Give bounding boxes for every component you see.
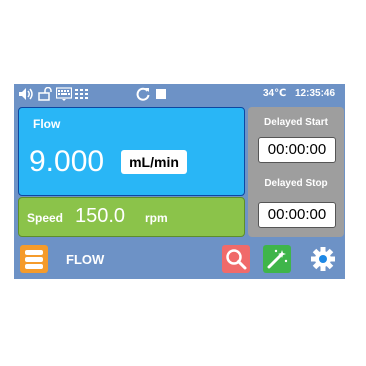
speed-value[interactable]: 150.0 [75, 204, 125, 228]
speed-label: Speed [27, 211, 64, 225]
speaker-icon[interactable] [18, 87, 34, 101]
status-bar: 34℃ 12:35:46 [14, 84, 345, 104]
wand-icon [267, 249, 288, 269]
temperature-readout: 34℃ [263, 88, 287, 99]
flow-value[interactable]: 9.000 [29, 145, 104, 179]
bottom-bar: FLOW [14, 240, 345, 279]
menu-icon-bar [25, 257, 43, 262]
menu-icon-bar [25, 264, 43, 269]
mode-label: FLOW [66, 252, 105, 267]
delayed-stop-label: Delayed Stop [264, 178, 328, 189]
refresh-icon[interactable] [136, 87, 150, 101]
pump-screen: 34℃ 12:35:46 Flow 9.000 mL/min Speed 150… [14, 84, 345, 279]
keyboard-icon[interactable] [56, 87, 72, 101]
search-button[interactable] [222, 245, 250, 273]
lines-icon [74, 87, 90, 101]
calibrate-button[interactable] [263, 245, 291, 273]
delayed-start-label: Delayed Start [264, 117, 328, 128]
gear-icon [311, 247, 335, 271]
clock-readout: 12:35:46 [295, 88, 336, 99]
speed-panel[interactable]: Speed 150.0 rpm [18, 197, 245, 237]
unlock-icon[interactable] [38, 87, 52, 101]
stop-icon[interactable] [155, 87, 167, 101]
delay-panel: Delayed Start 00:00:00 Delayed Stop 00:0… [248, 107, 344, 237]
flow-panel[interactable]: Flow 9.000 mL/min [18, 107, 245, 196]
flow-title: Flow [33, 117, 61, 131]
delayed-stop-field[interactable]: 00:00:00 [258, 202, 336, 228]
delayed-start-field[interactable]: 00:00:00 [258, 137, 336, 163]
speed-unit: rpm [145, 211, 168, 225]
search-icon [226, 249, 247, 270]
flow-unit-selector[interactable]: mL/min [121, 150, 187, 174]
menu-button[interactable] [20, 245, 48, 273]
menu-icon [25, 250, 43, 255]
settings-button[interactable] [308, 245, 338, 273]
